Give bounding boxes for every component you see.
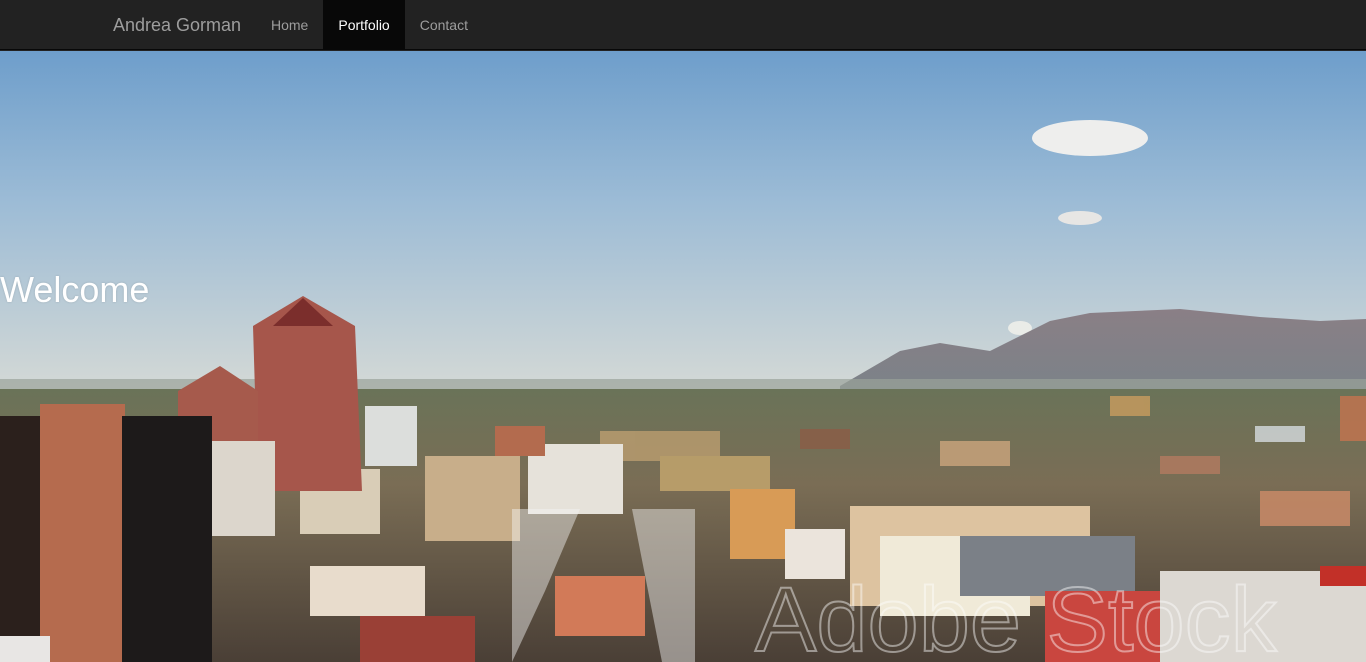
hero-section: Adobe Stock Welcome — [0, 51, 1366, 662]
cloud-shape — [1032, 120, 1148, 156]
welcome-heading: Welcome — [0, 269, 150, 310]
nav-item-portfolio[interactable]: Portfolio — [323, 0, 405, 50]
nav-menu: Home Portfolio Contact — [256, 0, 483, 50]
nav-item-contact[interactable]: Contact — [405, 0, 483, 50]
top-navbar: Andrea Gorman Home Portfolio Contact — [0, 0, 1366, 50]
nav-item-home[interactable]: Home — [256, 0, 323, 50]
hero-background-image: Adobe Stock — [0, 51, 1366, 662]
svg-text:Adobe Stock: Adobe Stock — [755, 569, 1278, 662]
brand-link[interactable]: Andrea Gorman — [113, 0, 241, 50]
